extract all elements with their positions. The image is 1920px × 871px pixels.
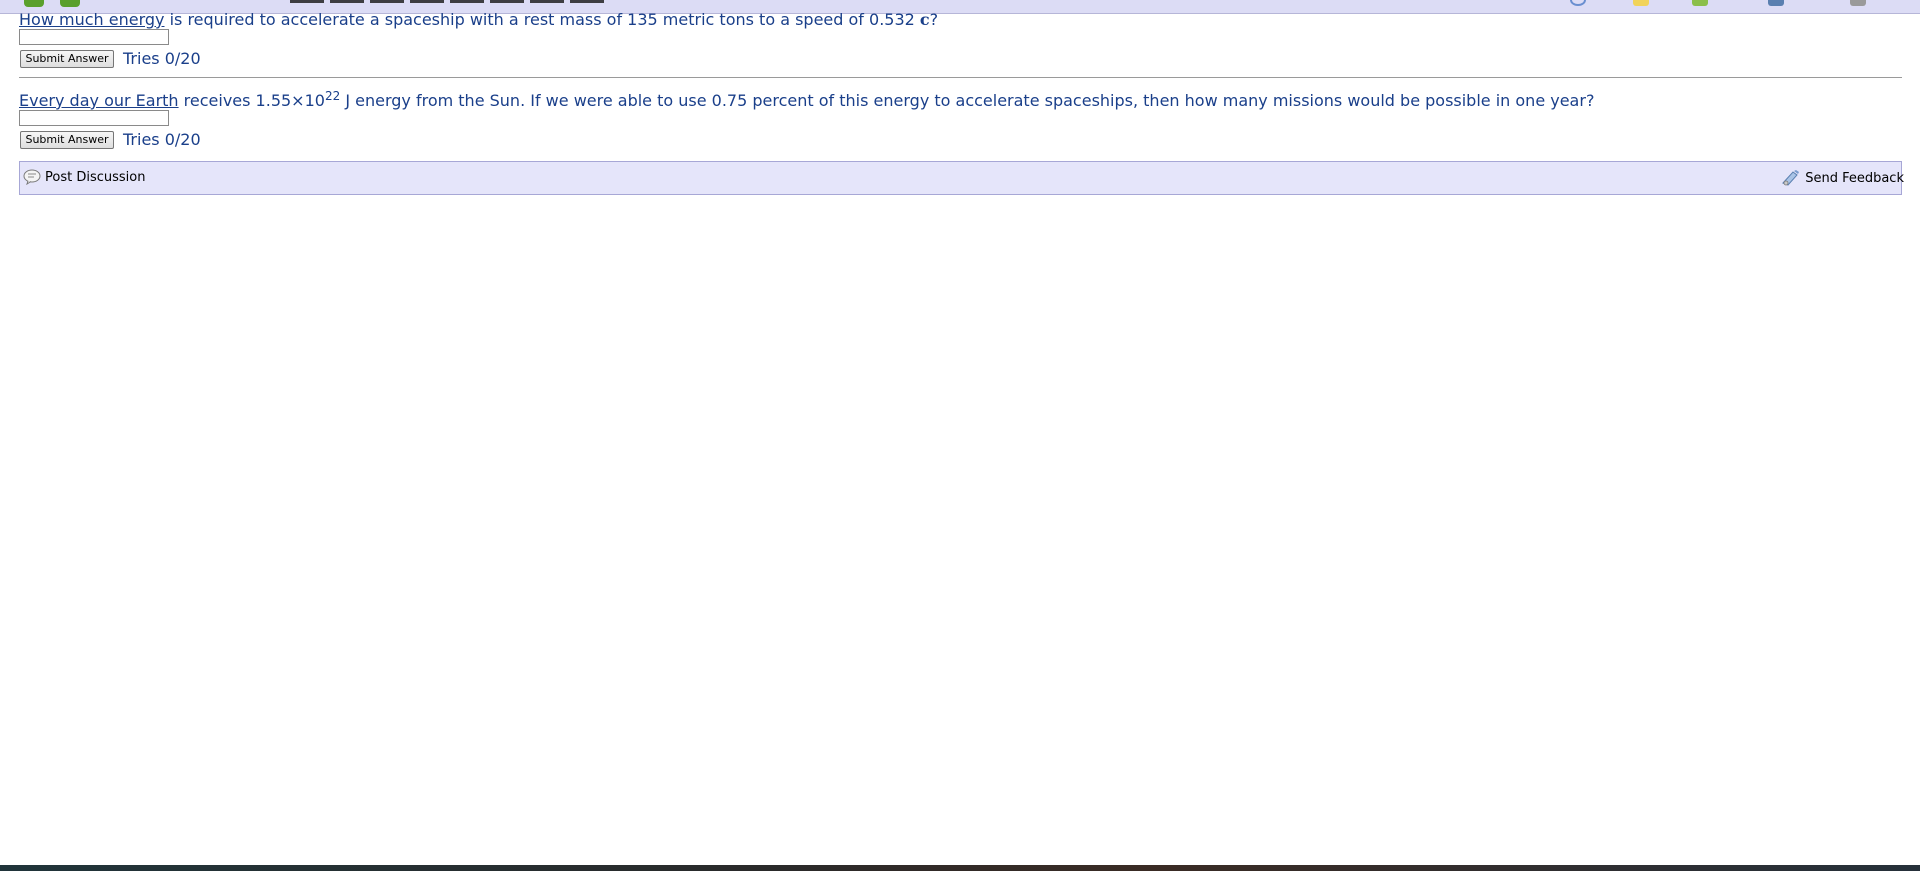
post-discussion-button[interactable]: Post Discussion — [23, 169, 145, 185]
question-2-submit-button[interactable]: Submit Answer — [20, 131, 114, 149]
feedback-icon — [1782, 170, 1800, 186]
question-1-answer-input[interactable] — [19, 29, 169, 45]
post-discussion-label: Post Discussion — [45, 169, 146, 185]
question-1-submit-button[interactable]: Submit Answer — [20, 50, 114, 68]
question-2-exponent: 22 — [324, 89, 341, 103]
question-2-body: receives 1.55×10 — [178, 91, 325, 110]
question-divider — [19, 77, 1902, 78]
question-2-tries: Tries 0/20 — [123, 130, 201, 149]
question-1-text: How much energy is required to accelerat… — [19, 10, 938, 30]
send-feedback-label: Send Feedback — [1805, 170, 1904, 186]
bookmark-icon[interactable] — [1692, 0, 1708, 6]
refresh-icon[interactable] — [1570, 0, 1586, 6]
question-1-link[interactable]: How much energy — [19, 10, 165, 29]
contents-icon[interactable] — [1768, 0, 1784, 6]
logout-icon[interactable] — [1850, 0, 1866, 6]
notes-icon[interactable] — [1633, 0, 1649, 6]
discussion-bubble-icon — [23, 169, 41, 185]
question-2-end: J energy from the Sun. If we were able t… — [340, 91, 1595, 110]
back-arrow-icon[interactable] — [24, 0, 44, 7]
question-2-link[interactable]: Every day our Earth — [19, 91, 179, 110]
question-1-tries: Tries 0/20 — [123, 49, 201, 68]
action-bar: Post Discussion Send Feedback — [19, 161, 1904, 195]
question-1-end: ? — [929, 10, 939, 29]
question-2-answer-input[interactable] — [19, 110, 169, 126]
page-title-clipped — [290, 0, 610, 3]
question-1-unit: c — [919, 10, 930, 29]
taskbar-edge — [0, 865, 1920, 871]
question-1-body: is required to accelerate a spaceship wi… — [164, 10, 920, 29]
question-2-text: Every day our Earth receives 1.55×1022 J… — [19, 89, 1595, 111]
send-feedback-button[interactable]: Send Feedback — [1781, 169, 1904, 187]
forward-arrow-icon[interactable] — [60, 0, 80, 7]
